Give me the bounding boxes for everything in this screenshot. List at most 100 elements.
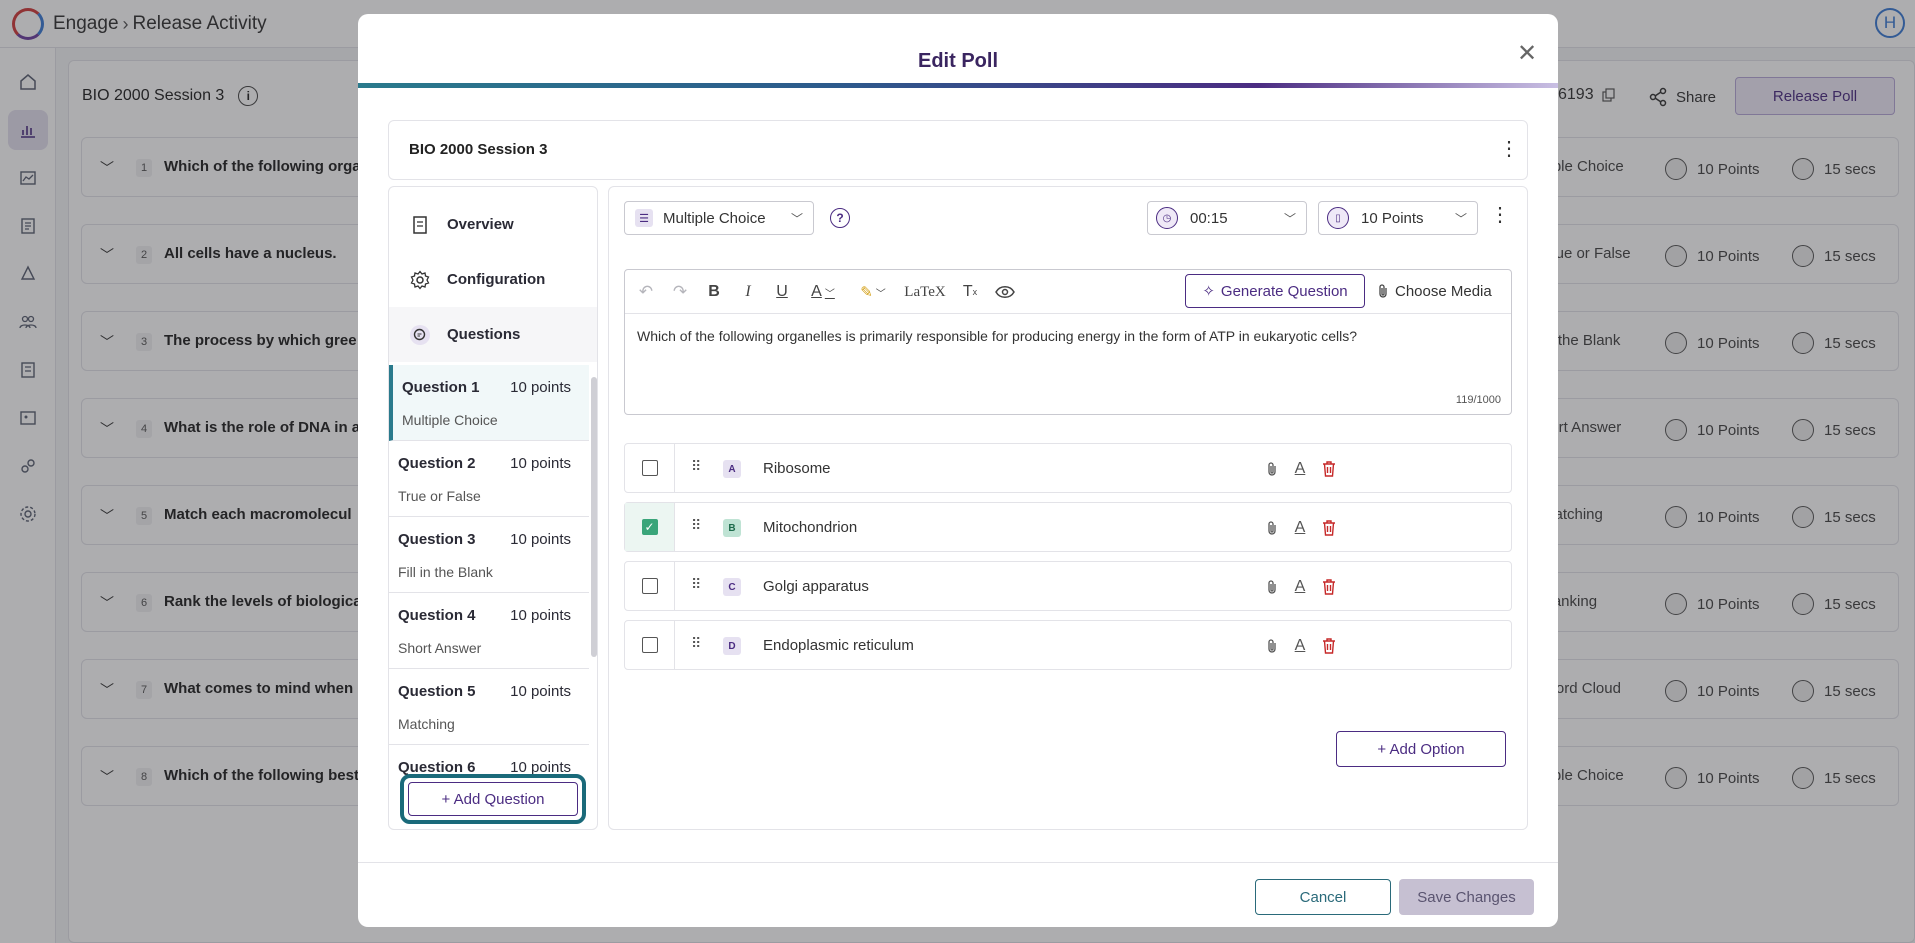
list-item[interactable]: Question 6 10 points [389,745,589,775]
drag-handle-icon[interactable]: ⠿ [691,576,702,593]
correct-answer-cell [625,562,675,610]
text-format-icon[interactable]: A [1289,458,1311,480]
nav-questions-label: Questions [447,326,521,343]
latex-icon[interactable]: LaTeX [904,280,945,304]
attach-icon[interactable] [1261,517,1283,539]
drag-handle-icon[interactable]: ⠿ [691,635,702,652]
edit-poll-modal: Edit Poll ✕ BIO 2000 Session 3 ⋮ Overvie… [358,14,1558,927]
nav-overview[interactable]: Overview [389,197,597,252]
question-type-select[interactable]: ☰ Multiple Choice ﹀ [624,201,814,235]
answer-option: ⠿ D Endoplasmic reticulum A [624,620,1512,670]
nav-overview-label: Overview [447,216,514,233]
character-count: 119/1000 [1455,394,1501,406]
text-color-icon[interactable]: A ﹀ [805,280,841,304]
question-name: Question 2 [398,455,476,472]
option-text[interactable]: Ribosome [763,460,831,477]
question-name: Question 3 [398,531,476,548]
correct-answer-checkbox[interactable] [641,578,658,594]
editor-nav: Overview Configuration Questions Questio… [388,186,598,830]
question-name: Question 1 [402,379,480,396]
sparkle-icon: ✧ [1202,283,1215,300]
chevron-down-icon: ﹀ [1454,211,1467,226]
correct-answer-checkbox[interactable] [641,460,658,476]
help-icon[interactable]: ? [830,208,850,228]
more-options-icon[interactable]: ⋮ [1499,139,1519,159]
cancel-button[interactable]: Cancel [1255,879,1391,915]
paperclip-icon [1377,283,1389,299]
correct-answer-checkbox[interactable] [641,637,658,653]
question-points: 10 points [510,683,571,700]
italic-icon[interactable]: I [737,280,759,304]
modal-title: Edit Poll [918,50,998,72]
add-option-button[interactable]: + Add Option [1336,731,1506,767]
add-question-focus-ring: + Add Question [400,774,586,824]
text-format-icon[interactable]: A [1289,576,1311,598]
option-text[interactable]: Mitochondrion [763,519,857,536]
list-item[interactable]: Question 1 10 points Multiple Choice [389,365,589,441]
question-text[interactable]: Which of the following organelles is pri… [637,328,1357,344]
text-format-icon[interactable]: A [1289,517,1311,539]
footer-divider [358,862,1558,863]
points-select[interactable]: ▯ 10 Points ﹀ [1318,201,1478,235]
correct-answer-cell: ✓ [625,503,675,551]
document-icon [409,214,431,236]
question-points: 10 points [510,531,571,548]
trash-icon[interactable] [1318,635,1340,657]
timer-select[interactable]: ◷ 00:15 ﹀ [1147,201,1307,235]
correct-answer-cell [625,444,675,492]
list-icon: ☰ [635,209,653,227]
highlight-icon[interactable]: ✎ ﹀ [855,280,891,304]
editor-toolbar: ↶ ↷ B I U A ﹀ ✎ ﹀ LaTeX Tx ✧ Generate Ques… [625,270,1511,314]
question-type: Matching [398,716,455,732]
preview-eye-icon[interactable] [993,280,1017,304]
questions-icon [409,324,431,346]
undo-icon[interactable]: ↶ [635,280,657,304]
add-question-button[interactable]: + Add Question [408,782,578,816]
attach-icon[interactable] [1261,576,1283,598]
question-text-editor[interactable]: ↶ ↷ B I U A ﹀ ✎ ﹀ LaTeX Tx ✧ Generate Ques… [624,269,1512,415]
trash-icon[interactable] [1318,517,1340,539]
nav-configuration[interactable]: Configuration [389,252,597,307]
correct-answer-cell [625,621,675,669]
choose-media-label: Choose Media [1395,282,1492,300]
generate-question-button[interactable]: ✧ Generate Question [1185,274,1365,308]
question-editor: ☰ Multiple Choice ﹀ ? ◷ 00:15 ﹀ ▯ 10 Poi… [608,186,1528,830]
question-type: Short Answer [398,640,482,656]
attach-icon[interactable] [1261,635,1283,657]
question-list: Question 1 10 points Multiple Choice Que… [389,365,589,775]
option-letter: A [723,460,741,478]
nav-questions[interactable]: Questions [389,307,597,362]
points-value: 10 Points [1361,209,1424,227]
more-options-icon[interactable]: ⋮ [1490,205,1510,225]
option-text[interactable]: Endoplasmic reticulum [763,637,914,654]
redo-icon[interactable]: ↷ [669,280,691,304]
list-item[interactable]: Question 5 10 points Matching [389,669,589,745]
text-format-icon[interactable]: A [1289,635,1311,657]
question-points: 10 points [510,455,571,472]
trash-icon[interactable] [1318,576,1340,598]
list-item[interactable]: Question 2 10 points True or False [389,441,589,517]
trash-icon[interactable] [1318,458,1340,480]
correct-answer-checkbox[interactable]: ✓ [641,519,658,535]
clear-format-icon[interactable]: Tx [959,280,981,304]
option-text[interactable]: Golgi apparatus [763,578,869,595]
question-points: 10 points [510,379,571,396]
underline-icon[interactable]: U [771,280,793,304]
option-letter: B [723,519,741,537]
list-item[interactable]: Question 4 10 points Short Answer [389,593,589,669]
drag-handle-icon[interactable]: ⠿ [691,458,702,475]
answer-option: ⠿ C Golgi apparatus A [624,561,1512,611]
question-type: True or False [398,488,481,504]
attach-icon[interactable] [1261,458,1283,480]
bold-icon[interactable]: B [703,280,725,304]
chevron-down-icon: ﹀ [1283,211,1296,226]
question-list-scrollbar[interactable] [591,377,597,657]
question-type: Multiple Choice [402,412,498,428]
choose-media-button[interactable]: Choose Media [1377,274,1507,308]
save-changes-button[interactable]: Save Changes [1399,879,1534,915]
list-item[interactable]: Question 3 10 points Fill in the Blank [389,517,589,593]
drag-handle-icon[interactable]: ⠿ [691,517,702,534]
chevron-down-icon: ﹀ [790,211,803,226]
poll-name-card: BIO 2000 Session 3 ⋮ [388,120,1528,180]
close-icon[interactable]: ✕ [1514,40,1540,67]
